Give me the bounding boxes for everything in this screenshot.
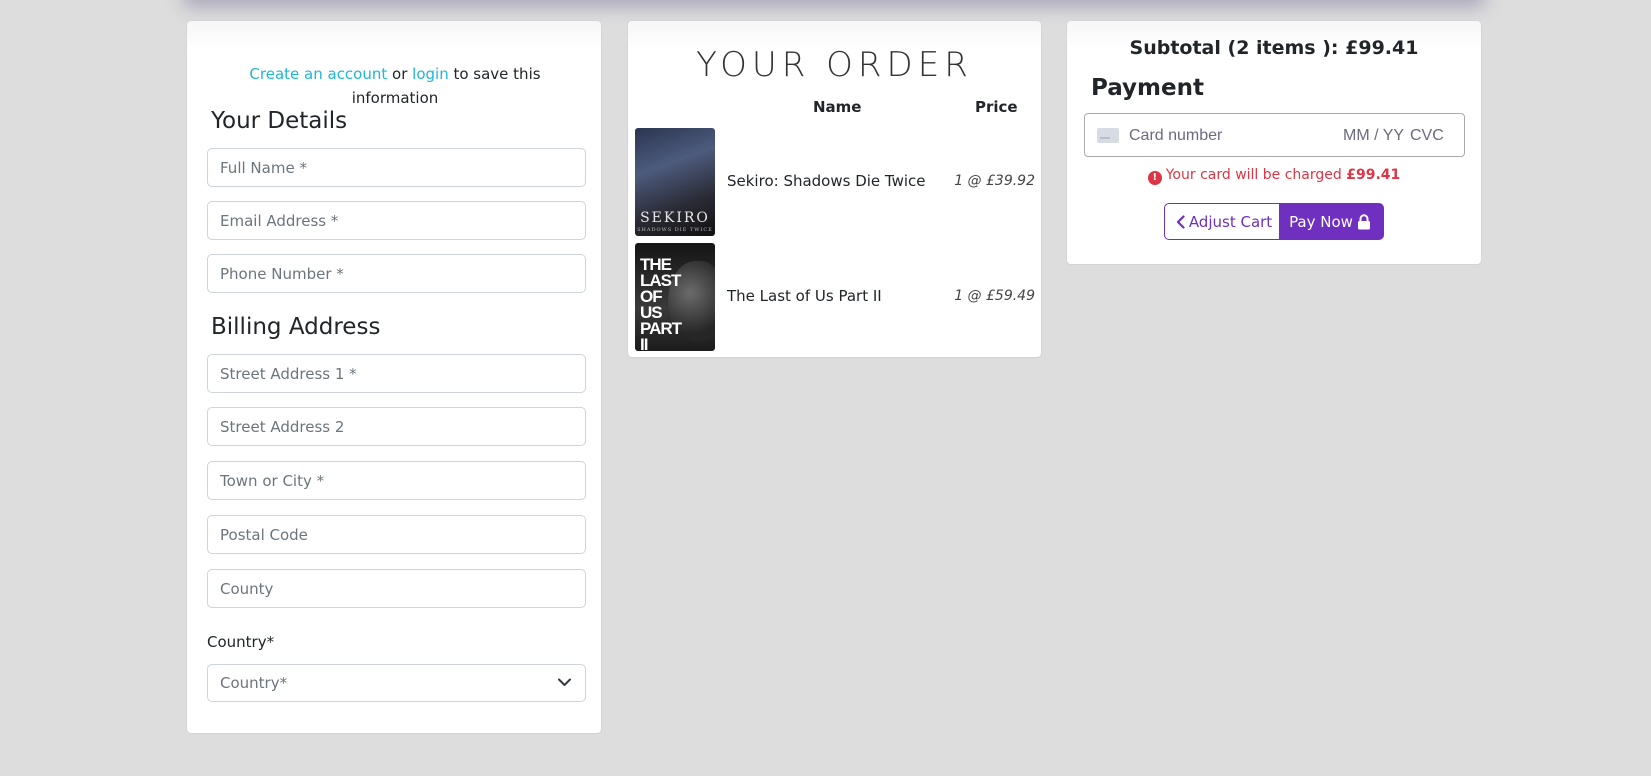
street-address-2-input[interactable] bbox=[207, 407, 586, 446]
order-item-row: SEKIRO SHADOWS DIE TWICE Sekiro: Shadows… bbox=[635, 128, 1035, 236]
payment-card: Subtotal (2 items ): £99.41 Payment Card… bbox=[1066, 20, 1482, 265]
card-number-field[interactable]: Card number bbox=[1129, 127, 1222, 145]
country-selected-value: Country* bbox=[220, 674, 288, 692]
card-fade bbox=[187, 21, 601, 51]
details-card: Create an account or login to save this … bbox=[186, 20, 602, 734]
create-account-link[interactable]: Create an account bbox=[249, 65, 387, 83]
order-item-row: THE LAST OF US PART II The Last of Us Pa… bbox=[635, 243, 1035, 351]
phone-input[interactable] bbox=[207, 254, 586, 293]
cvc-field[interactable]: CVC bbox=[1410, 127, 1444, 145]
credit-card-icon bbox=[1097, 128, 1119, 143]
chevron-down-icon bbox=[558, 678, 571, 686]
town-city-input[interactable] bbox=[207, 461, 586, 500]
item-price: 1 @ £59.49 bbox=[954, 288, 1035, 304]
country-label: Country* bbox=[207, 633, 275, 651]
column-header-name: Name bbox=[813, 98, 862, 116]
charge-note: ! Your card will be charged £99.41 bbox=[1067, 167, 1481, 185]
billing-address-title: Billing Address bbox=[211, 314, 381, 340]
lock-icon bbox=[1357, 213, 1370, 229]
expiry-field[interactable]: MM / YY bbox=[1343, 127, 1404, 145]
sekiro-cover-subtitle: SHADOWS DIE TWICE bbox=[637, 227, 713, 233]
adjust-cart-button[interactable]: Adjust Cart bbox=[1164, 203, 1280, 240]
adjust-cart-label: Adjust Cart bbox=[1188, 212, 1273, 231]
warning-icon: ! bbox=[1147, 171, 1162, 185]
item-name: Sekiro: Shadows Die Twice bbox=[727, 172, 926, 190]
charge-amount: £99.41 bbox=[1346, 167, 1401, 183]
order-card: YOUR ORDER Name Price SEKIRO SHADOWS DIE… bbox=[627, 20, 1042, 358]
item-price: 1 @ £39.92 bbox=[954, 173, 1035, 189]
order-title: YOUR ORDER bbox=[696, 45, 973, 85]
charge-note-text: Your card will be charged bbox=[1165, 167, 1347, 183]
login-link[interactable]: login bbox=[412, 65, 449, 83]
pay-now-button[interactable]: Pay Now bbox=[1280, 203, 1384, 240]
payment-title: Payment bbox=[1091, 75, 1204, 101]
card-input[interactable]: Card number MM / YY CVC bbox=[1084, 113, 1465, 157]
or-text: or bbox=[387, 65, 413, 83]
chevron-left-icon bbox=[1176, 214, 1185, 229]
street-address-1-input[interactable] bbox=[207, 354, 586, 393]
save-info-text: Create an account or login to save this … bbox=[207, 62, 583, 110]
full-name-input[interactable] bbox=[207, 148, 586, 187]
column-header-price: Price bbox=[975, 98, 1018, 116]
subtotal-text: Subtotal (2 items ): £99.41 bbox=[1129, 37, 1419, 59]
email-input[interactable] bbox=[207, 201, 586, 240]
sekiro-cover-image: SEKIRO SHADOWS DIE TWICE bbox=[635, 128, 715, 236]
pay-now-label: Pay Now bbox=[1289, 212, 1353, 231]
sekiro-cover-title: SEKIRO bbox=[640, 210, 710, 226]
tlou-cover-image: THE LAST OF US PART II bbox=[635, 243, 715, 351]
postal-code-input[interactable] bbox=[207, 515, 586, 554]
item-name: The Last of Us Part II bbox=[727, 287, 882, 305]
country-select[interactable]: Country* bbox=[207, 664, 586, 702]
tlou-cover-title: THE LAST OF US PART II bbox=[640, 255, 682, 351]
county-input[interactable] bbox=[207, 569, 586, 608]
your-details-title: Your Details bbox=[211, 108, 348, 134]
